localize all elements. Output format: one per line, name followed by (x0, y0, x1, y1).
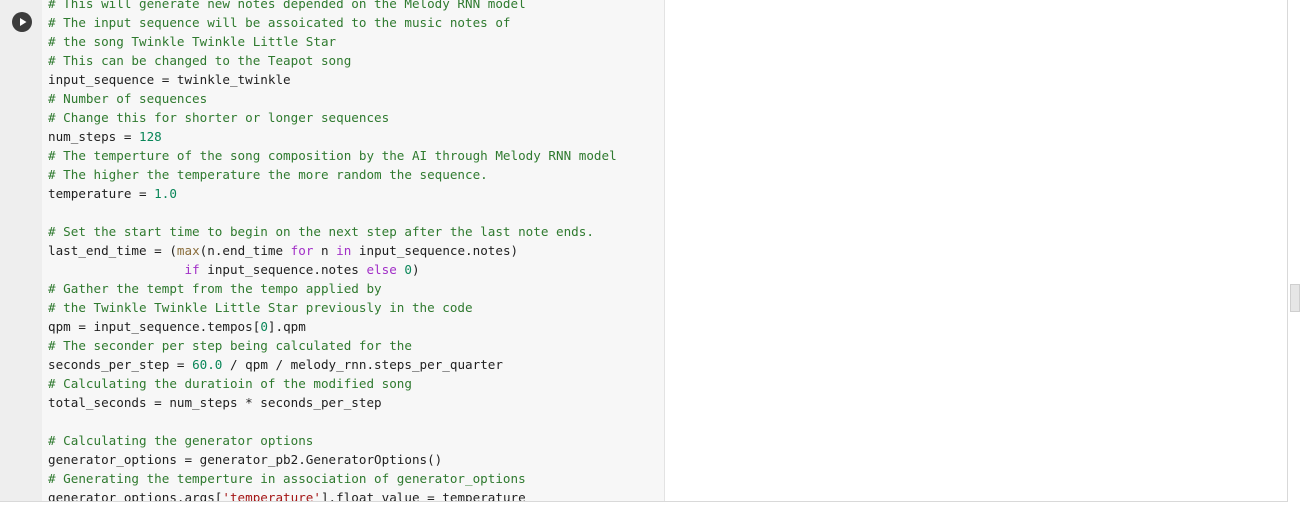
code-line: seconds_per_step = 60.0 / qpm / melody_r… (48, 355, 503, 374)
code-line: # The higher the temperature the more ra… (48, 165, 488, 184)
run-cell-button[interactable] (12, 12, 32, 32)
code-line: # The input sequence will be assoicated … (48, 13, 511, 32)
play-icon (20, 18, 27, 26)
code-editor[interactable]: # This will generate new notes depended … (42, 0, 665, 502)
code-line: generator_options = generator_pb2.Genera… (48, 450, 442, 469)
code-cell[interactable]: # This will generate new notes depended … (0, 0, 1288, 502)
code-token: for (290, 243, 314, 258)
code-token: / qpm / melody_rnn.steps_per_quarter (222, 357, 503, 372)
code-token: 60.0 (192, 357, 223, 372)
code-line: # This will generate new notes depended … (48, 0, 526, 13)
code-line: # the Twinkle Twinkle Little Star previo… (48, 298, 473, 317)
code-token: # Change this for shorter or longer sequ… (48, 110, 390, 125)
code-line: # Set the start time to begin on the nex… (48, 222, 594, 241)
code-token: 0 (260, 319, 268, 334)
code-line: total_seconds = num_steps * seconds_per_… (48, 393, 382, 412)
code-token: input_sequence.notes) (351, 243, 519, 258)
code-token: ].float_value = temperature (320, 490, 526, 502)
code-line: qpm = input_sequence.tempos[0].qpm (48, 317, 306, 336)
notebook-page: # This will generate new notes depended … (0, 0, 1302, 505)
code-line: # The temperture of the song composition… (48, 146, 617, 165)
code-line: # Change this for shorter or longer sequ… (48, 108, 389, 127)
code-line: if input_sequence.notes else 0) (48, 260, 420, 279)
code-token: qpm = input_sequence.tempos[ (48, 319, 261, 334)
code-token: seconds_per_step = (48, 357, 193, 372)
code-token: in (336, 243, 352, 258)
code-token: last_end_time = ( (48, 243, 177, 258)
code-line: temperature = 1.0 (48, 184, 177, 203)
code-token: generator_options = generator_pb2.Genera… (48, 452, 443, 467)
code-line: # the song Twinkle Twinkle Little Star (48, 32, 336, 51)
code-token: # The higher the temperature the more ra… (48, 167, 488, 182)
scrollbar-thumb[interactable] (1290, 284, 1300, 312)
code-token: max (176, 243, 200, 258)
code-token: # The input sequence will be assoicated … (48, 15, 511, 30)
code-line: last_end_time = (max(n.end_time for n in… (48, 241, 518, 260)
code-token: temperature = (48, 186, 155, 201)
code-token: # Calculating the duratioin of the modif… (48, 376, 412, 391)
code-token: # the Twinkle Twinkle Little Star previo… (48, 300, 473, 315)
page-scrollbar[interactable] (1288, 0, 1302, 505)
cell-gutter (0, 0, 42, 501)
code-token: # the song Twinkle Twinkle Little Star (48, 34, 337, 49)
code-token: # This will generate new notes depended … (48, 0, 526, 11)
code-token: # Number of sequences (48, 91, 208, 106)
code-token: # Calculating the generator options (48, 433, 314, 448)
code-token: 0 (404, 262, 412, 277)
code-token: total_seconds = num_steps * seconds_per_… (48, 395, 382, 410)
code-token: # The seconder per step being calculated… (48, 338, 412, 353)
code-token: n (313, 243, 337, 258)
code-token: # Gather the tempt from the tempo applie… (48, 281, 382, 296)
code-line: # Gather the tempt from the tempo applie… (48, 279, 382, 298)
code-token: 1.0 (154, 186, 177, 201)
code-token: # The temperture of the song composition… (48, 148, 617, 163)
code-line: generator_options.args['temperature'].fl… (48, 488, 526, 502)
code-token: ].qpm (267, 319, 306, 334)
code-line: # This can be changed to the Teapot song (48, 51, 351, 70)
code-token: num_steps = (48, 129, 139, 144)
code-line: # Calculating the generator options (48, 431, 313, 450)
code-token: input_sequence = twinkle_twinkle (48, 72, 291, 87)
cell-output-area (665, 0, 1287, 501)
code-line: # The seconder per step being calculated… (48, 336, 412, 355)
code-token: ) (412, 262, 420, 277)
code-token: # Generating the temperture in associati… (48, 471, 526, 486)
code-token: if (184, 262, 200, 277)
code-line: # Number of sequences (48, 89, 207, 108)
code-line: num_steps = 128 (48, 127, 162, 146)
code-token: input_sequence.notes (199, 262, 367, 277)
code-token: 128 (139, 129, 162, 144)
code-token: else (366, 262, 397, 277)
code-token: # This can be changed to the Teapot song (48, 53, 352, 68)
code-token: # Set the start time to begin on the nex… (48, 224, 594, 239)
code-line: # Calculating the duratioin of the modif… (48, 374, 412, 393)
code-token: 'temperature' (222, 490, 321, 502)
code-line: input_sequence = twinkle_twinkle (48, 70, 291, 89)
code-line: # Generating the temperture in associati… (48, 469, 526, 488)
code-token: (n.end_time (199, 243, 291, 258)
code-token: generator_options.args[ (48, 490, 223, 502)
